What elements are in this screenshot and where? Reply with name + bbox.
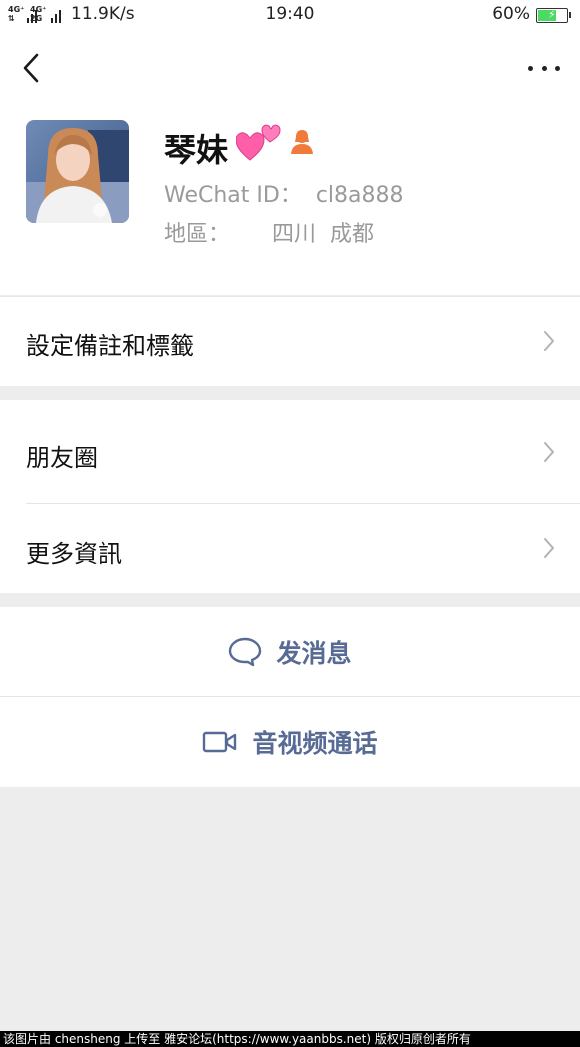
more-dot-icon: [541, 65, 547, 71]
remark-tags-label: 設定備註和標籤: [26, 332, 194, 360]
remark-tags-row[interactable]: 設定備註和標籤: [0, 296, 580, 386]
more-info-label: 更多資訊: [26, 540, 122, 568]
watermark-text: 该图片由 chensheng 上传至 雅安论坛(https://www.yaan…: [0, 1031, 580, 1047]
battery-icon: ⚡: [536, 8, 571, 23]
chevron-right-icon: [544, 331, 554, 351]
female-person-icon: [288, 128, 316, 156]
avatar-photo: [26, 120, 129, 223]
chevron-right-icon: [544, 538, 554, 558]
video-call-button[interactable]: 音视频通话: [0, 697, 580, 787]
profile-name: 琴妹: [164, 131, 229, 169]
send-message-button[interactable]: 发消息: [0, 607, 580, 697]
send-message-label: 发消息: [276, 639, 352, 668]
more-dot-icon: [555, 65, 560, 71]
video-call-label: 音视频通话: [252, 729, 378, 758]
info-section: 朋友圈 更多資訊: [0, 400, 580, 593]
avatar[interactable]: [26, 120, 129, 223]
chat-bubble-icon: [229, 637, 262, 667]
region: 地區： 四川 成都: [164, 222, 374, 247]
moments-label: 朋友圈: [26, 444, 98, 472]
battery-percent: 60%: [492, 4, 530, 24]
video-camera-icon: [203, 731, 237, 753]
two-hearts-icon: [235, 122, 282, 162]
more-info-row[interactable]: 更多資訊: [0, 504, 580, 593]
divider: [0, 296, 580, 297]
moments-row[interactable]: 朋友圈: [0, 400, 580, 503]
wechat-id: WeChat ID： cl8a888: [164, 183, 404, 208]
status-bar: 4G⁺ ⇅ 4G⁺ 2G 11.9K/s 19:40 60% ⚡: [0, 0, 580, 30]
more-dot-icon: [528, 65, 533, 71]
chevron-right-icon: [544, 442, 554, 462]
back-button[interactable]: [18, 50, 48, 86]
more-button[interactable]: [524, 54, 564, 82]
charging-icon: ⚡: [548, 8, 556, 21]
profile-header: 琴妹 WeChat ID： cl8a888 地區： 四川 成都: [0, 30, 580, 295]
chevron-left-icon: [23, 53, 39, 83]
